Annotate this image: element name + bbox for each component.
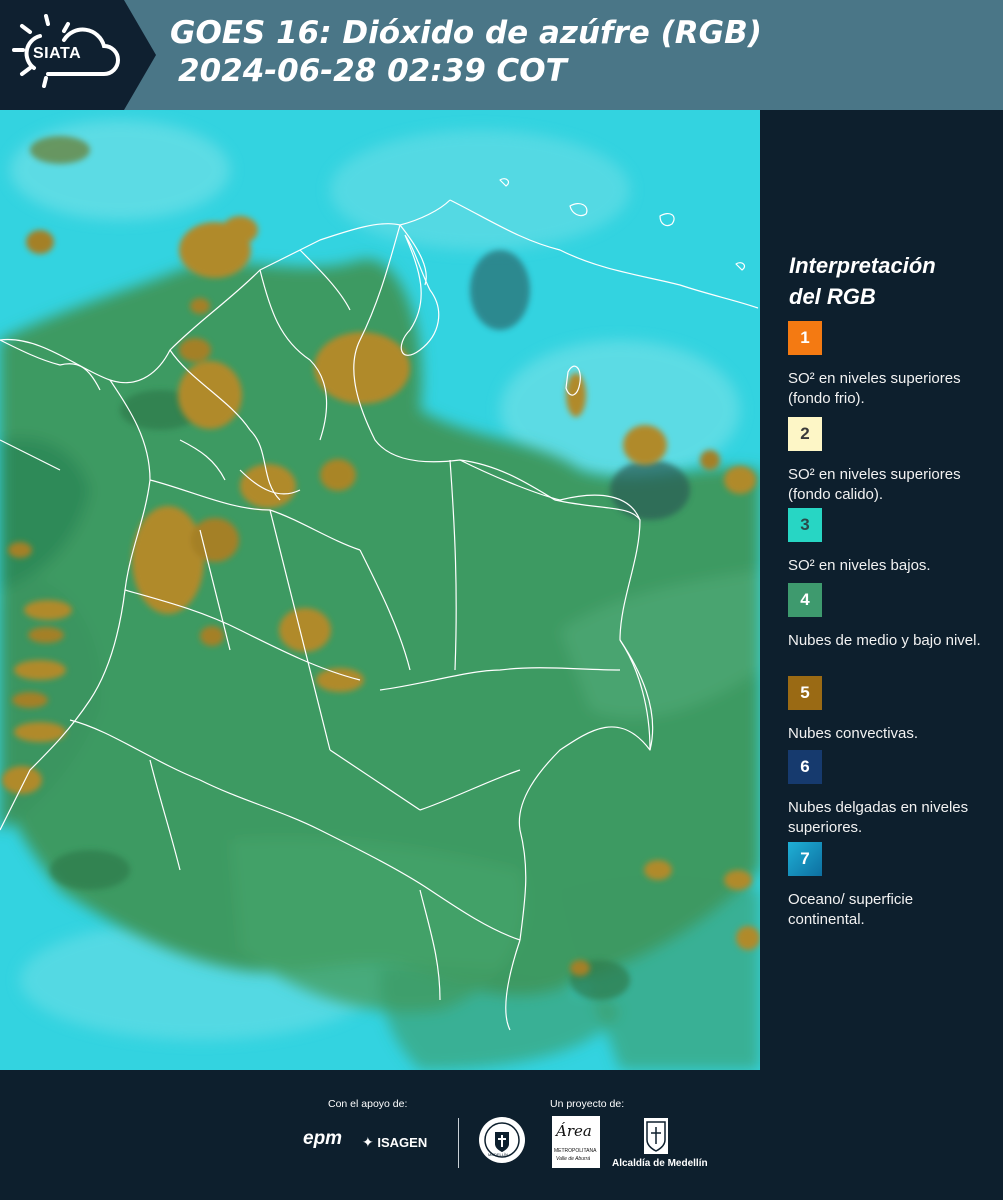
legend-label-4: Nubes de medio y bajo nivel. [788,632,981,649]
footer-divider [458,1118,459,1168]
legend-swatch-7: 7 [788,842,822,876]
legend-item-6: 6 Nubes delgadas en niveles superiores. [788,750,988,838]
legend-item-4: 4 Nubes de medio y bajo nivel. [788,583,988,651]
isagen-logo[interactable]: ✦ ISAGEN [362,1134,427,1151]
legend-swatch-4: 4 [788,583,822,617]
legend-item-2: 2 SO² en niveles superiores (fondo calid… [788,417,988,505]
legend-swatch-3: 3 [788,508,822,542]
epm-logo-text: epm [303,1128,343,1149]
alcaldia-caption: Alcaldía de Medellín [612,1158,708,1169]
epm-logo[interactable]: epm [303,1128,342,1150]
legend-label-6: Nubes delgadas en niveles superiores. [788,799,969,836]
legend-label-2: SO² en niveles superiores (fondo calido)… [788,466,961,503]
legend-title: Interpretación del RGB [789,250,989,312]
siata-logo[interactable]: SIATA [0,0,156,110]
isagen-logo-text: ISAGEN [377,1135,428,1150]
legend-item-5: 5 Nubes convectivas. [788,676,988,744]
area-logo-word: Área [556,1122,592,1140]
support-label: Con el apoyo de: [328,1098,408,1110]
isagen-star-icon: ✦ [362,1134,374,1150]
legend-item-1: 1 SO² en niveles superiores (fondo frio)… [788,321,988,409]
siata-logo-text: SIATA [33,45,82,62]
legend-panel: Interpretación del RGB 1 SO² en niveles … [760,110,1003,1070]
area-caption-1: METROPOLITANA [554,1148,597,1154]
alcaldia-shield-icon[interactable] [644,1118,668,1154]
satellite-map[interactable] [0,110,760,1070]
legend-item-3: 3 SO² en niveles bajos. [788,508,988,576]
satellite-image [0,110,760,1070]
seal-text: MEDELLÍN [488,1152,509,1157]
footer: Con el apoyo de: Un proyecto de: epm ✦ I… [0,1070,1003,1200]
legend-title-line1: Interpretación [789,253,936,278]
legend-item-7: 7 Oceano/ superficie continental. [788,842,988,930]
page-timestamp: 2024-06-28 02:39 COT [178,53,567,89]
legend-swatch-5: 5 [788,676,822,710]
legend-label-1: SO² en niveles superiores (fondo frio). [788,370,961,407]
medellin-seal-logo[interactable]: MEDELLÍN [478,1116,526,1164]
legend-title-line2: del RGB [789,284,876,309]
header-bar: SIATA GOES 16: Dióxido de azúfre (RGB) 2… [0,0,1003,110]
legend-label-7: Oceano/ superficie continental. [788,891,914,928]
shield-icon [646,1121,666,1152]
legend-swatch-2: 2 [788,417,822,451]
area-caption-2: Valle de Aburrá [556,1156,591,1162]
page-title: GOES 16: Dióxido de azúfre (RGB) [170,15,762,51]
legend-swatch-6: 6 [788,750,822,784]
project-label: Un proyecto de: [550,1098,625,1110]
legend-label-5: Nubes convectivas. [788,725,919,742]
legend-swatch-1: 1 [788,321,822,355]
legend-label-3: SO² en niveles bajos. [788,557,931,574]
area-metropolitana-logo[interactable]: Área METROPOLITANA Valle de Aburrá [552,1116,600,1168]
